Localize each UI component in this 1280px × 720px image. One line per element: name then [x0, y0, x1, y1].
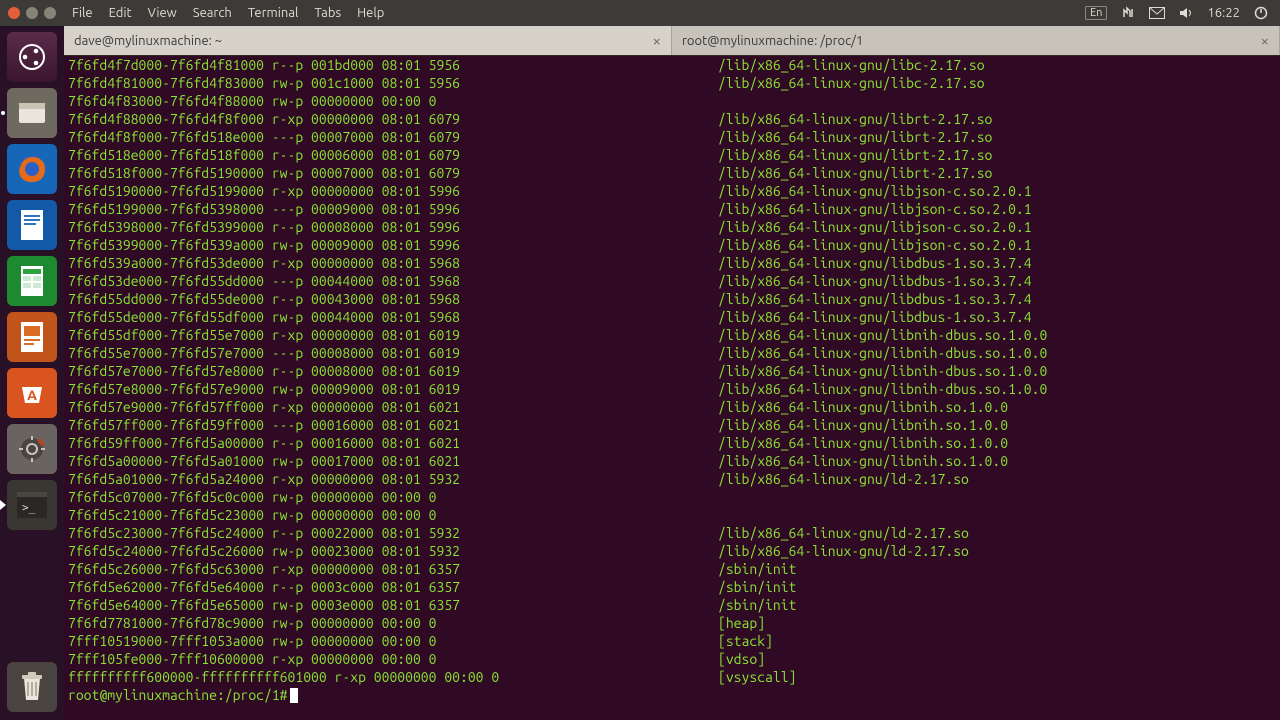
- session-icon[interactable]: [1254, 6, 1268, 20]
- menu-help[interactable]: Help: [349, 6, 392, 20]
- menu-search[interactable]: Search: [185, 6, 240, 20]
- menu-view[interactable]: View: [140, 6, 185, 20]
- terminal-line: 7f6fd518f000-7f6fd5190000 rw-p 00007000 …: [68, 164, 1276, 182]
- terminal-output[interactable]: 7f6fd4f7d000-7f6fd4f81000 r--p 001bd000 …: [64, 56, 1280, 720]
- window-close-button[interactable]: [8, 7, 20, 19]
- terminal-line: ffffffffff600000-ffffffffff601000 r-xp 0…: [68, 668, 1276, 686]
- window-minimize-button[interactable]: [26, 7, 38, 19]
- terminal-line: 7fff105fe000-7fff10600000 r-xp 00000000 …: [68, 650, 1276, 668]
- terminal-line: 7f6fd5190000-7f6fd5199000 r-xp 00000000 …: [68, 182, 1276, 200]
- terminal-line: 7f6fd57e8000-7f6fd57e9000 rw-p 00009000 …: [68, 380, 1276, 398]
- indicator-area: En 16:22: [1085, 6, 1280, 20]
- clock[interactable]: 16:22: [1207, 6, 1240, 20]
- tab-title: root@mylinuxmachine: /proc/1: [682, 34, 863, 48]
- terminal-line: 7f6fd5199000-7f6fd5398000 ---p 00009000 …: [68, 200, 1276, 218]
- terminal-line: 7f6fd5a01000-7f6fd5a24000 r-xp 00000000 …: [68, 470, 1276, 488]
- terminal-line: 7f6fd55de000-7f6fd55df000 rw-p 00044000 …: [68, 308, 1276, 326]
- terminal-line: 7f6fd539a000-7f6fd53de000 r-xp 00000000 …: [68, 254, 1276, 272]
- window-maximize-button[interactable]: [44, 7, 56, 19]
- cursor: [290, 688, 298, 703]
- terminal-line: 7f6fd5c23000-7f6fd5c24000 r--p 00022000 …: [68, 524, 1276, 542]
- launcher-files[interactable]: [7, 88, 57, 138]
- terminal-tab-1[interactable]: dave@mylinuxmachine: ~ ×: [64, 26, 672, 55]
- top-menubar: File Edit View Search Terminal Tabs Help…: [0, 0, 1280, 26]
- terminal-line: 7f6fd5e64000-7f6fd5e65000 rw-p 0003e000 …: [68, 596, 1276, 614]
- terminal-line: 7f6fd5e62000-7f6fd5e64000 r--p 0003c000 …: [68, 578, 1276, 596]
- terminal-line: 7f6fd5c21000-7f6fd5c23000 rw-p 00000000 …: [68, 506, 1276, 524]
- menu-items: File Edit View Search Terminal Tabs Help: [64, 6, 392, 20]
- terminal-line: 7f6fd5c24000-7f6fd5c26000 rw-p 00023000 …: [68, 542, 1276, 560]
- terminal-line: 7f6fd55e7000-7f6fd57e7000 ---p 00008000 …: [68, 344, 1276, 362]
- terminal-line: 7f6fd55df000-7f6fd55e7000 r-xp 00000000 …: [68, 326, 1276, 344]
- network-icon[interactable]: [1121, 6, 1135, 20]
- launcher-impress[interactable]: [7, 312, 57, 362]
- terminal-line: 7f6fd4f7d000-7f6fd4f81000 r--p 001bd000 …: [68, 56, 1276, 74]
- terminal-prompt-line[interactable]: root@mylinuxmachine:/proc/1#: [68, 686, 1276, 704]
- mail-icon[interactable]: [1149, 7, 1165, 19]
- terminal-line: 7f6fd4f8f000-7f6fd518e000 ---p 00007000 …: [68, 128, 1276, 146]
- svg-text:A: A: [27, 387, 37, 403]
- terminal-line: 7f6fd7781000-7f6fd78c9000 rw-p 00000000 …: [68, 614, 1276, 632]
- launcher-trash[interactable]: [7, 662, 57, 712]
- launcher-calc[interactable]: [7, 256, 57, 306]
- launcher-dash[interactable]: [7, 32, 57, 82]
- terminal-line: 7f6fd57e9000-7f6fd57ff000 r-xp 00000000 …: [68, 398, 1276, 416]
- terminal-line: 7f6fd4f81000-7f6fd4f83000 rw-p 001c1000 …: [68, 74, 1276, 92]
- menu-tabs[interactable]: Tabs: [306, 6, 349, 20]
- terminal-line: 7f6fd57e7000-7f6fd57e8000 r--p 00008000 …: [68, 362, 1276, 380]
- terminal-line: 7f6fd57ff000-7f6fd59ff000 ---p 00016000 …: [68, 416, 1276, 434]
- terminal-line: 7f6fd5c26000-7f6fd5c63000 r-xp 00000000 …: [68, 560, 1276, 578]
- menu-terminal[interactable]: Terminal: [240, 6, 307, 20]
- window-controls: [0, 7, 64, 19]
- prompt-text: root@mylinuxmachine:/proc/1#: [68, 687, 288, 703]
- tab-close-icon[interactable]: ×: [653, 32, 661, 49]
- terminal-tab-2[interactable]: root@mylinuxmachine: /proc/1 ×: [672, 26, 1280, 55]
- terminal-window: dave@mylinuxmachine: ~ × root@mylinuxmac…: [64, 26, 1280, 720]
- terminal-line: 7f6fd4f83000-7f6fd4f88000 rw-p 00000000 …: [68, 92, 1276, 110]
- terminal-line: 7f6fd59ff000-7f6fd5a00000 r--p 00016000 …: [68, 434, 1276, 452]
- terminal-line: 7f6fd5399000-7f6fd539a000 rw-p 00009000 …: [68, 236, 1276, 254]
- terminal-line: 7f6fd55dd000-7f6fd55de000 r--p 00043000 …: [68, 290, 1276, 308]
- terminal-line: 7fff10519000-7fff1053a000 rw-p 00000000 …: [68, 632, 1276, 650]
- launcher-software-center[interactable]: A: [7, 368, 57, 418]
- tab-title: dave@mylinuxmachine: ~: [74, 34, 222, 48]
- terminal-line: 7f6fd518e000-7f6fd518f000 r--p 00006000 …: [68, 146, 1276, 164]
- terminal-line: 7f6fd5398000-7f6fd5399000 r--p 00008000 …: [68, 218, 1276, 236]
- terminal-line: 7f6fd4f88000-7f6fd4f8f000 r-xp 00000000 …: [68, 110, 1276, 128]
- menu-file[interactable]: File: [64, 6, 101, 20]
- tab-close-icon[interactable]: ×: [1261, 32, 1269, 49]
- keyboard-indicator[interactable]: En: [1085, 6, 1107, 20]
- unity-launcher: A >_: [0, 26, 64, 720]
- terminal-line: 7f6fd53de000-7f6fd55dd000 ---p 00044000 …: [68, 272, 1276, 290]
- menu-edit[interactable]: Edit: [101, 6, 140, 20]
- launcher-writer[interactable]: [7, 200, 57, 250]
- launcher-terminal[interactable]: >_: [7, 480, 57, 530]
- launcher-settings[interactable]: [7, 424, 57, 474]
- launcher-firefox[interactable]: [7, 144, 57, 194]
- terminal-line: 7f6fd5c07000-7f6fd5c0c000 rw-p 00000000 …: [68, 488, 1276, 506]
- terminal-tabbar: dave@mylinuxmachine: ~ × root@mylinuxmac…: [64, 26, 1280, 56]
- svg-text:>_: >_: [22, 501, 36, 514]
- sound-icon[interactable]: [1179, 6, 1193, 20]
- terminal-line: 7f6fd5a00000-7f6fd5a01000 rw-p 00017000 …: [68, 452, 1276, 470]
